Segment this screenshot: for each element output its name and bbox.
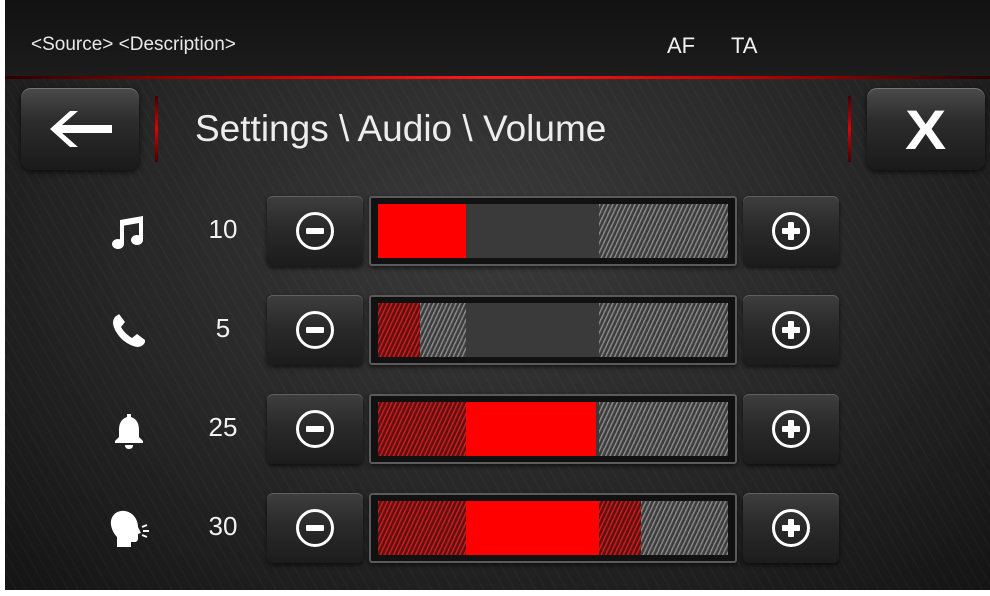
- volume-value: 30: [208, 511, 238, 541]
- volume-value: 10: [208, 214, 238, 244]
- volume-settings-screen: <Source> <Description> AF TA Settings \ …: [5, 0, 990, 590]
- close-icon: X: [905, 97, 947, 161]
- slider-upper-zone: [599, 303, 728, 357]
- speaking-head-icon: [105, 505, 153, 553]
- volume-row-voice: 30: [5, 487, 990, 567]
- slider-min-zone: [378, 402, 466, 456]
- source-description: <Source> <Description>: [31, 34, 236, 55]
- slider-level-fill: [466, 501, 599, 555]
- volume-slider[interactable]: [369, 196, 737, 266]
- slider-level-fill: [378, 204, 466, 258]
- plus-icon: [772, 509, 810, 547]
- decrease-button[interactable]: [267, 196, 363, 266]
- volume-slider[interactable]: [369, 394, 737, 464]
- minus-icon: [296, 311, 334, 349]
- music-note-icon: [105, 208, 153, 256]
- minus-icon: [296, 509, 334, 547]
- af-indicator[interactable]: AF: [667, 33, 695, 59]
- volume-row-phone: 5: [5, 289, 990, 369]
- volume-slider[interactable]: [369, 295, 737, 365]
- back-button[interactable]: [21, 88, 139, 170]
- bell-icon: [105, 406, 153, 454]
- volume-value: 5: [215, 313, 231, 343]
- increase-button[interactable]: [743, 493, 839, 563]
- close-button[interactable]: X: [867, 88, 985, 170]
- decrease-button[interactable]: [267, 493, 363, 563]
- header-divider-left: [155, 96, 158, 162]
- volume-row-music: 10: [5, 190, 990, 270]
- volume-slider[interactable]: [369, 493, 737, 563]
- volume-value: 25: [208, 412, 238, 442]
- page-title: Settings \ Audio \ Volume: [195, 108, 607, 149]
- slider-min-zone: [378, 501, 466, 555]
- slider-track: [378, 402, 728, 456]
- decrease-button[interactable]: [267, 394, 363, 464]
- slider-upper-zone: [641, 501, 728, 555]
- slider-min-zone: [378, 303, 420, 357]
- slider-headroom-zone: [599, 501, 641, 555]
- phone-icon: [105, 307, 153, 355]
- slider-level-fill: [466, 402, 596, 456]
- slider-step-zone: [420, 303, 466, 357]
- arrow-left-icon: [50, 111, 112, 147]
- status-divider: [5, 76, 990, 79]
- slider-track: [378, 303, 728, 357]
- plus-icon: [772, 410, 810, 448]
- plus-icon: [772, 311, 810, 349]
- header-divider-right: [848, 96, 851, 162]
- increase-button[interactable]: [743, 394, 839, 464]
- ta-indicator[interactable]: TA: [731, 33, 757, 59]
- slider-upper-zone: [599, 402, 728, 456]
- increase-button[interactable]: [743, 295, 839, 365]
- volume-row-alert: 25: [5, 388, 990, 468]
- slider-upper-zone: [599, 204, 728, 258]
- slider-track: [378, 204, 728, 258]
- status-bar: <Source> <Description> AF TA: [5, 0, 990, 78]
- increase-button[interactable]: [743, 196, 839, 266]
- plus-icon: [772, 212, 810, 250]
- decrease-button[interactable]: [267, 295, 363, 365]
- minus-icon: [296, 410, 334, 448]
- minus-icon: [296, 212, 334, 250]
- slider-track: [378, 501, 728, 555]
